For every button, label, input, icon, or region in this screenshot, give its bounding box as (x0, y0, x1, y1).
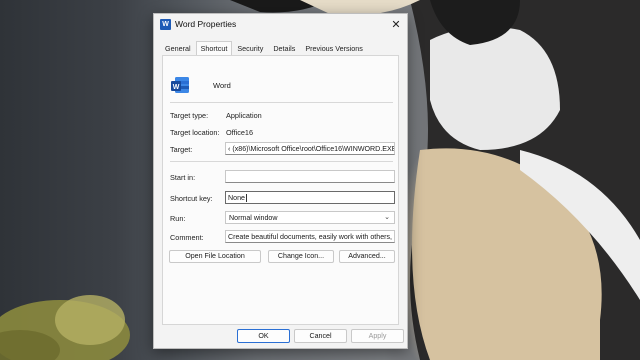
divider (170, 102, 393, 103)
word-app-icon: W (160, 19, 171, 30)
properties-dialog: W Word Properties ✕ General Shortcut Sec… (153, 13, 408, 349)
tab-security[interactable]: Security (232, 41, 268, 55)
tab-bar: General Shortcut Security Details Previo… (160, 41, 368, 56)
tab-previous-versions[interactable]: Previous Versions (300, 41, 368, 55)
comment-field[interactable]: Create beautiful documents, easily work … (225, 230, 395, 243)
target-label: Target: (170, 145, 193, 154)
change-icon-button[interactable]: Change Icon... (268, 250, 334, 263)
shortcut-panel: W Word Target type: Application Target l… (162, 55, 399, 325)
cancel-button[interactable]: Cancel (294, 329, 347, 343)
target-type-value: Application (226, 111, 262, 120)
apply-button[interactable]: Apply (351, 329, 404, 343)
chevron-down-icon: ⌄ (384, 214, 390, 221)
close-button[interactable]: ✕ (385, 14, 407, 36)
shortcut-key-value: None (228, 194, 245, 202)
shortcut-key-label: Shortcut key: (170, 194, 213, 203)
start-in-field[interactable] (225, 170, 395, 183)
run-select-value: Normal window (229, 214, 278, 222)
target-field[interactable]: ‹ (x86)\Microsoft Office\root\Office16\W… (225, 142, 395, 155)
tab-general[interactable]: General (160, 41, 196, 55)
comment-label: Comment: (170, 233, 204, 242)
svg-text:W: W (173, 84, 180, 91)
open-file-location-button[interactable]: Open File Location (169, 250, 261, 263)
start-in-label: Start in: (170, 173, 196, 182)
tab-details[interactable]: Details (268, 41, 300, 55)
target-location-value: Office16 (226, 128, 254, 137)
app-name: Word (213, 81, 231, 90)
run-select[interactable]: Normal window ⌄ (225, 211, 395, 224)
word-icon: W (170, 75, 190, 95)
shortcut-key-field[interactable]: None (225, 191, 395, 204)
title-bar[interactable]: W Word Properties ✕ (154, 14, 407, 36)
divider (170, 161, 393, 162)
target-location-label: Target location: (170, 128, 220, 137)
run-label: Run: (170, 214, 186, 223)
target-type-label: Target type: (170, 111, 209, 120)
advanced-button[interactable]: Advanced... (339, 250, 395, 263)
tab-shortcut[interactable]: Shortcut (195, 41, 233, 56)
text-caret (245, 194, 247, 203)
window-title: Word Properties (175, 19, 237, 29)
ok-button[interactable]: OK (237, 329, 290, 343)
